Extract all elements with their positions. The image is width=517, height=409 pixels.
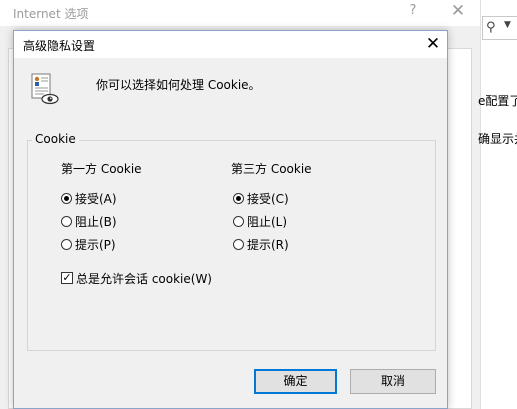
radio-label: 提示(R) [247,237,289,252]
session-cookie-checkbox-row[interactable]: ✓ 总是允许会话 cookie(W) [61,269,212,287]
internet-options-title: Internet 选项 [13,7,89,21]
background-text-1: e配置了 [478,94,517,108]
radio-button[interactable] [233,192,244,204]
cancel-button[interactable]: 取消 [350,369,436,394]
ok-button[interactable]: 确定 [254,369,337,394]
info-text: 你可以选择如何处理 Cookie。 [96,78,261,92]
advanced-privacy-dialog: 高级隐私设置 ✕ 你可以选择如何处理 Cookie。 Cookie 第一方 Co… [13,30,448,409]
radio-button[interactable] [233,215,244,227]
first-party-heading: 第一方 Cookie [61,162,142,176]
close-icon[interactable]: ✕ [422,32,444,56]
dialog-titlebar: 高级隐私设置 ✕ [14,31,447,58]
radio-first-party-accept[interactable]: 接受(A) [61,189,117,207]
third-party-heading: 第三方 Cookie [231,162,312,176]
radio-button[interactable] [61,215,72,227]
session-cookie-label: 总是允许会话 cookie(W) [76,271,212,286]
radio-label: 阻止(L) [247,214,288,229]
radio-first-party-prompt[interactable]: 提示(P) [61,235,116,253]
background-text-2: 确显示并 [478,132,517,146]
search-icon[interactable]: ⚲ [486,20,496,35]
screen: Internet 选项 ? ✕ ⚲ ▼ e配置了 确显示并 高级隐私设置 ✕ 你… [0,0,517,409]
radio-third-party-accept[interactable]: 接受(C) [233,189,289,207]
internet-options-close-icon[interactable]: ✕ [450,1,466,21]
radio-button[interactable] [233,238,244,250]
cookie-group-label: Cookie [32,132,79,146]
dialog-title: 高级隐私设置 [23,39,96,53]
radio-third-party-block[interactable]: 阻止(L) [233,212,287,230]
privacy-document-icon [31,73,59,105]
radio-label: 接受(C) [247,191,289,206]
radio-label: 提示(P) [75,237,116,252]
session-cookie-checkbox[interactable]: ✓ [61,272,73,284]
chevron-down-icon[interactable]: ▼ [504,20,511,30]
radio-label: 接受(A) [75,191,117,206]
browser-background [480,0,517,409]
radio-label: 阻止(B) [75,214,117,229]
radio-third-party-prompt[interactable]: 提示(R) [233,235,289,253]
radio-first-party-block[interactable]: 阻止(B) [61,212,117,230]
radio-button[interactable] [61,192,72,204]
help-icon[interactable]: ? [405,3,421,18]
radio-button[interactable] [61,238,72,250]
